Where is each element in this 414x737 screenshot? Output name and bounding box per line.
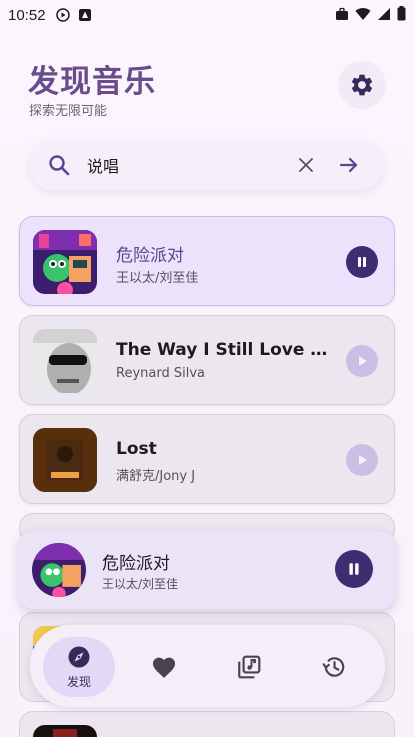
app-notification-icon [78, 9, 91, 21]
status-bar: 10:52 [0, 0, 414, 30]
wifi-icon [355, 7, 371, 20]
work-profile-icon [336, 7, 348, 20]
album-cover [33, 428, 97, 492]
pause-icon [358, 257, 366, 267]
mini-album-cover [32, 543, 86, 597]
page-title: 发现音乐 [28, 64, 156, 100]
music-library-icon [238, 655, 261, 679]
search-input[interactable] [87, 150, 287, 180]
settings-button[interactable] [338, 61, 386, 109]
nav-history[interactable] [298, 637, 370, 697]
song-card[interactable]: The Way I Still Love You Reynard Silva [19, 315, 395, 405]
now-playing-title: 危险派对 [102, 554, 170, 574]
song-card[interactable]: 危险派对 王以太/刘至佳 [19, 216, 395, 306]
song-artist: Reynard Silva [116, 366, 205, 381]
pause-icon [349, 563, 359, 575]
song-title: Lost [116, 439, 157, 459]
album-cover [33, 329, 97, 393]
song-artist: 王以太/刘至佳 [116, 271, 199, 286]
gear-icon [351, 74, 373, 96]
play-icon [359, 455, 367, 465]
nav-discover-label: 发现 [66, 674, 91, 689]
song-artist: 满舒克/Jony J [116, 469, 196, 484]
play-icon [359, 356, 367, 366]
song-card[interactable]: Lost 满舒克/Jony J [19, 414, 395, 504]
mini-player[interactable]: 危险派对 王以太/刘至佳 [19, 531, 395, 609]
signal-icon [378, 7, 390, 20]
status-right [335, 6, 406, 21]
media-play-icon [55, 8, 70, 22]
nav-library[interactable] [213, 637, 285, 697]
nav-discover[interactable]: 发现 [43, 637, 115, 697]
clear-search-icon[interactable] [295, 154, 317, 176]
now-playing-artist: 王以太/刘至佳 [102, 577, 179, 591]
nav-favorites[interactable] [128, 637, 200, 697]
status-time: 10:52 [8, 6, 46, 24]
song-title: The Way I Still Love You [116, 340, 328, 360]
search-icon [49, 155, 70, 176]
bottom-nav: 发现 [30, 625, 385, 707]
heart-icon [152, 657, 176, 678]
history-icon [322, 657, 345, 677]
mini-pause-button[interactable] [335, 550, 373, 588]
album-cover [33, 230, 97, 294]
search-bar [29, 140, 384, 190]
song-title: 危险派对 [116, 246, 184, 266]
song-card-partial[interactable] [19, 711, 395, 737]
album-cover [33, 725, 97, 737]
pause-button[interactable] [346, 246, 378, 278]
play-button[interactable] [346, 345, 378, 377]
battery-icon [397, 6, 406, 21]
page-subtitle: 探索无限可能 [29, 104, 108, 119]
compass-icon [68, 646, 90, 667]
play-button[interactable] [346, 444, 378, 476]
arrow-right-icon[interactable] [337, 153, 361, 177]
